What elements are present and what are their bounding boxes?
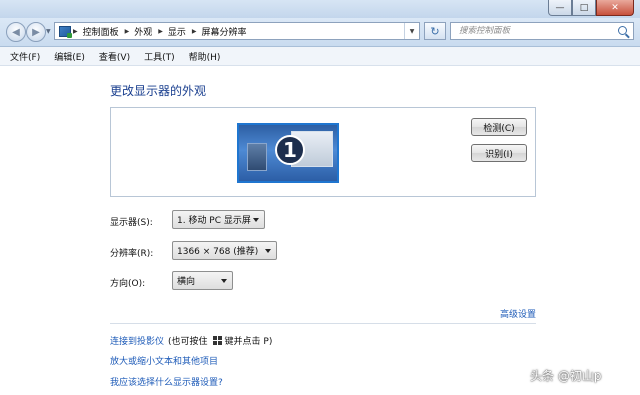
maximize-button[interactable]: □ [572, 0, 596, 16]
menu-tools[interactable]: 工具(T) [144, 50, 175, 63]
content-area: 更改显示器的外观 1 检测(C) 识别(I) 显示器(S): 1. 移动 PC … [0, 66, 640, 395]
orientation-select[interactable]: 横向 [172, 271, 233, 290]
minimize-button[interactable]: — [548, 0, 572, 16]
watermark: 头条 @初山p [530, 369, 602, 383]
display-select[interactable]: 1. 移动 PC 显示屏 [172, 210, 265, 229]
divider [110, 323, 536, 324]
display-preview-panel: 1 检测(C) 识别(I) [110, 107, 536, 197]
search-box[interactable] [450, 22, 634, 40]
chevron-down-icon [253, 218, 259, 222]
chevron-down-icon [221, 279, 227, 283]
address-bar[interactable]: ▶ 控制面板 ▶ 外观 ▶ 显示 ▶ 屏幕分辨率 ▼ [54, 22, 420, 40]
title-bar: — □ ✕ [0, 0, 640, 18]
text-size-link[interactable]: 放大或缩小文本和其他项目 [110, 354, 218, 367]
projector-note-text: 键并点击 P) [224, 337, 273, 347]
menu-edit[interactable]: 编辑(E) [54, 50, 85, 63]
page-title: 更改显示器的外观 [110, 84, 207, 98]
resolution-select[interactable]: 1366 × 768 (推荐) [172, 241, 277, 260]
back-arrow-icon[interactable]: ◀ [6, 22, 26, 42]
identify-button[interactable]: 识别(I) [471, 144, 527, 162]
orientation-label: 方向(O): [110, 279, 146, 289]
resolution-label: 分辨率(R): [110, 249, 154, 259]
window-controls: — □ ✕ [548, 0, 634, 16]
address-dropdown-icon[interactable]: ▼ [404, 23, 419, 39]
monitor-1-icon[interactable]: 1 [237, 123, 339, 183]
chevron-down-icon [265, 249, 271, 253]
menu-bar: 文件(F) 编辑(E) 查看(V) 工具(T) 帮助(H) [0, 47, 640, 66]
control-panel-icon [59, 25, 72, 38]
detect-button[interactable]: 检测(C) [471, 118, 527, 136]
search-input[interactable] [457, 25, 611, 37]
connect-projector-link[interactable]: 连接到投影仪 [110, 334, 164, 347]
menu-view[interactable]: 查看(V) [99, 50, 130, 63]
display-settings-help-link[interactable]: 我应该选择什么显示器设置? [110, 375, 223, 388]
refresh-button[interactable]: ↻ [424, 22, 446, 40]
breadcrumb-control-panel[interactable]: ▶ 控制面板 [73, 25, 119, 38]
display-select-value: 1. 移动 PC 显示屏 [177, 216, 251, 226]
breadcrumb-label: 控制面板 [82, 27, 119, 38]
breadcrumb-display[interactable]: ▶ 显示 [158, 25, 186, 38]
navigation-bar: ◀ ▶ ▼ ▶ 控制面板 ▶ 外观 ▶ 显示 ▶ 屏幕分辨率 ▼ ↻ [0, 18, 640, 47]
search-icon[interactable] [618, 26, 627, 35]
desktop-window-graphic [247, 143, 267, 171]
projector-row: 连接到投影仪 (也可按住 键并点击 P) [110, 334, 272, 347]
menu-help[interactable]: 帮助(H) [189, 50, 221, 63]
resolution-select-value: 1366 × 768 (推荐) [177, 247, 259, 257]
close-button[interactable]: ✕ [596, 0, 634, 16]
windows-key-icon [212, 336, 222, 345]
breadcrumb-screen-resolution[interactable]: ▶ 屏幕分辨率 [192, 25, 247, 38]
forward-arrow-icon[interactable]: ▶ [26, 22, 46, 42]
recent-pages-dropdown-icon[interactable]: ▼ [46, 28, 51, 35]
monitor-number-badge: 1 [275, 135, 305, 165]
breadcrumb-label: 外观 [134, 27, 153, 38]
orientation-select-value: 横向 [177, 277, 196, 287]
breadcrumb-label: 显示 [167, 27, 186, 38]
screen-resolution-window: — □ ✕ ◀ ▶ ▼ ▶控制面板 ▶外观 ▶显示 ▶屏幕分辨率 ▼ ↻ 文件(… [0, 0, 640, 395]
breadcrumb-appearance[interactable]: ▶ 外观 [125, 25, 153, 38]
breadcrumb-label: 屏幕分辨率 [201, 27, 247, 38]
display-label: 显示器(S): [110, 218, 153, 228]
menu-file[interactable]: 文件(F) [10, 50, 40, 63]
advanced-settings-link[interactable]: 高级设置 [500, 307, 536, 320]
projector-note-text: (也可按住 [168, 337, 208, 347]
